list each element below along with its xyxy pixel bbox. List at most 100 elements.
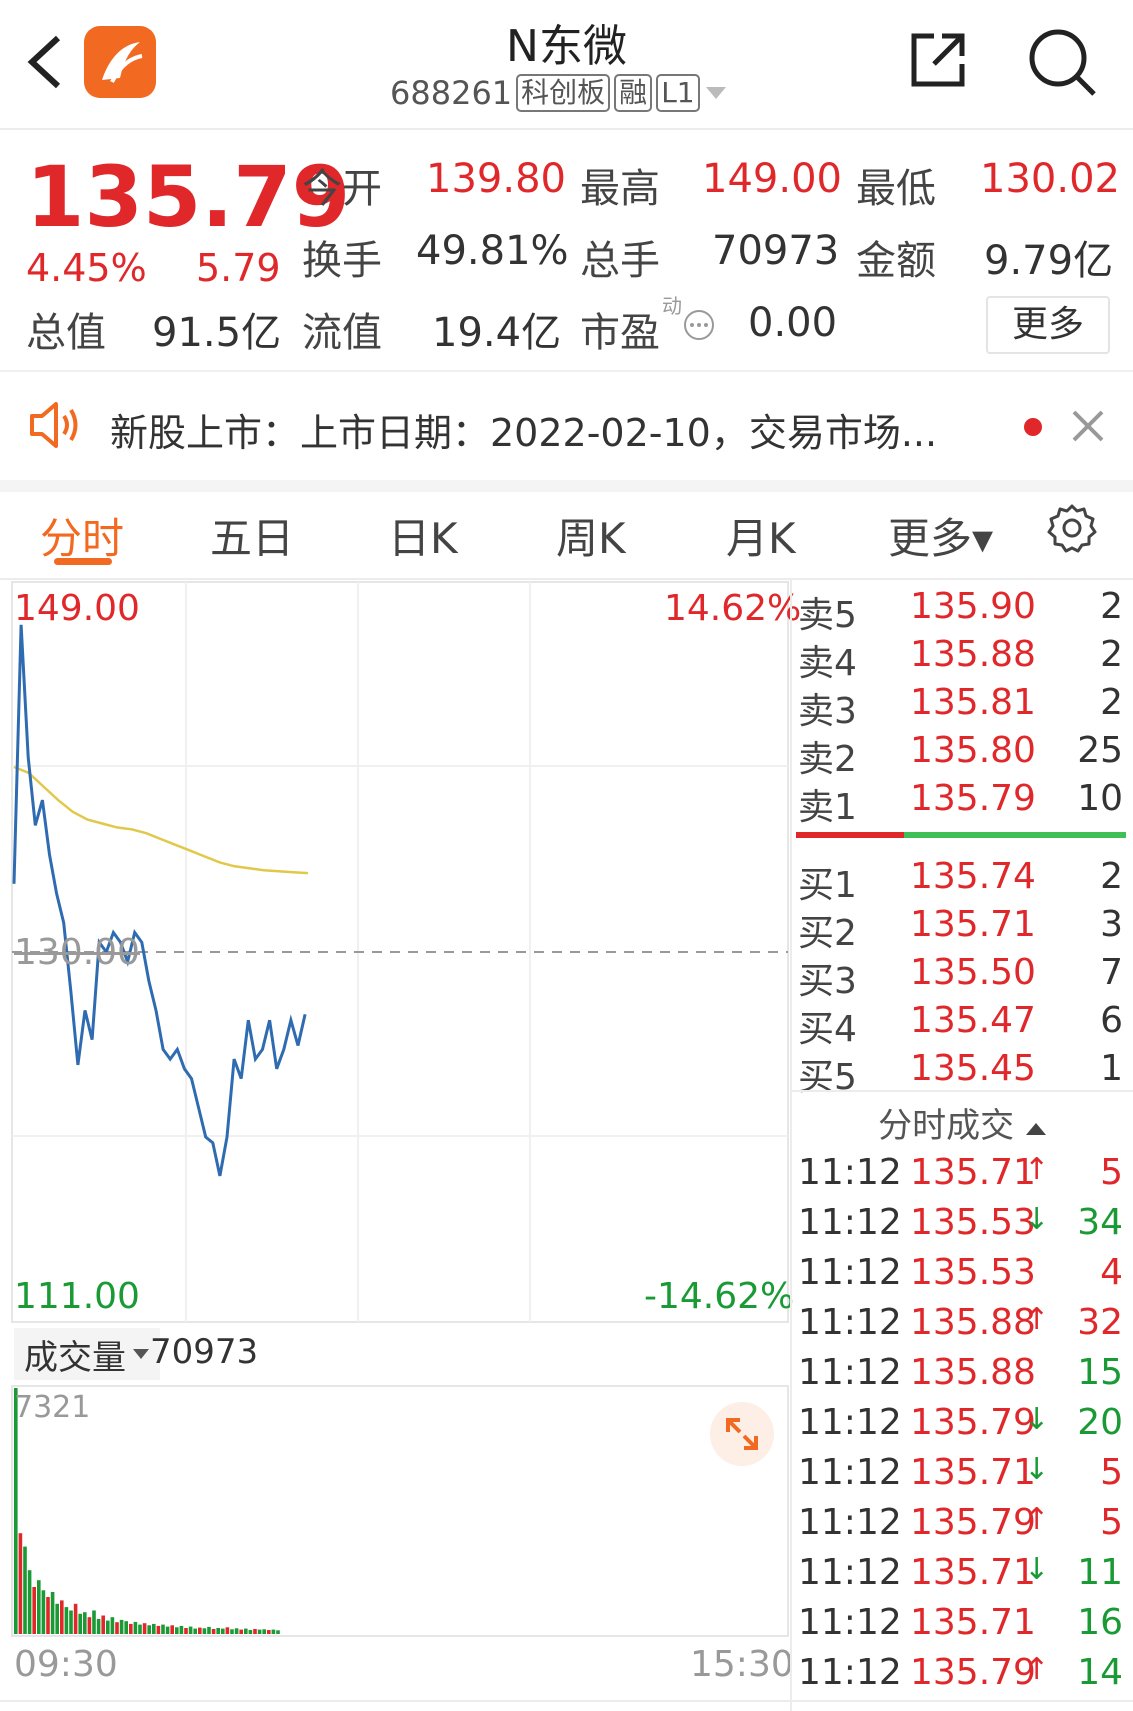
market-cap-value: 91.5亿 (152, 310, 282, 356)
ask4-label: 卖4 (798, 643, 857, 684)
pct-max-label: 14.62% (664, 588, 802, 629)
tick-volume: 5 (1100, 1452, 1123, 1493)
gear-icon (1047, 504, 1097, 553)
notice-text[interactable]: 新股上市：上市日期：2022-02-10，交易市场... (110, 402, 937, 457)
volume-bar (46, 1597, 50, 1634)
volume-bar (106, 1620, 110, 1634)
more-button[interactable]: 更多 (986, 296, 1110, 354)
tick-volume: 14 (1077, 1652, 1123, 1693)
tab-more[interactable]: 更多▾ (888, 505, 993, 566)
volume-bar (18, 1533, 23, 1634)
open-value: 139.80 (426, 156, 566, 202)
volume-bar (271, 1629, 276, 1634)
volume-bar (239, 1629, 243, 1634)
low-label: 最低 (856, 166, 936, 212)
tick-time: 11:12 (798, 1202, 902, 1243)
ask3-price[interactable]: 135.81 (910, 682, 1036, 723)
stock-code: 688261 (390, 74, 513, 112)
pe-label: 市盈 (580, 310, 660, 356)
tick-price: 135.71 (910, 1602, 1036, 1643)
tick-time: 11:12 (798, 1302, 902, 1343)
volume-bar (267, 1630, 271, 1634)
notice-close-button[interactable] (1068, 406, 1108, 446)
top-bar: N东微 688261 科创板 融 L1 (0, 0, 1133, 130)
notice-bar[interactable]: 新股上市：上市日期：2022-02-10，交易市场... (0, 370, 1133, 492)
ask1-price[interactable]: 135.79 (910, 778, 1036, 819)
volume-frame (11, 1385, 789, 1637)
volume-indicator-selector[interactable]: 成交量 (14, 1328, 160, 1380)
volume-bar (262, 1629, 266, 1634)
volume-bar (244, 1628, 248, 1634)
volume-bar (207, 1626, 211, 1634)
bid5-price[interactable]: 135.45 (910, 1048, 1036, 1089)
tick-volume: 5 (1100, 1152, 1123, 1193)
bid2-price[interactable]: 135.71 (910, 904, 1036, 945)
volume-bar (170, 1625, 174, 1634)
bid5-volume: 1 (1100, 1048, 1123, 1089)
intraday-chart[interactable] (0, 580, 790, 1700)
turnover-label: 换手 (302, 238, 382, 284)
volume-bar (230, 1629, 234, 1634)
tick-price: 135.79 (910, 1502, 1036, 1543)
bid1-price[interactable]: 135.74 (910, 856, 1036, 897)
ask4-price[interactable]: 135.88 (910, 634, 1036, 675)
volume-bar (83, 1612, 87, 1634)
tick-volume: 4 (1100, 1252, 1123, 1293)
volume-bar (41, 1590, 46, 1634)
volume-bar (55, 1603, 59, 1634)
fullscreen-button[interactable] (710, 1402, 774, 1466)
ask3-volume: 2 (1100, 682, 1123, 723)
y-mid-label: 130.00 (14, 932, 140, 973)
volume-bar (184, 1628, 188, 1634)
tick-arrow: ↑ (1024, 1152, 1050, 1187)
ticks-header[interactable]: 分时成交 (792, 1098, 1133, 1147)
ask5-price[interactable]: 135.90 (910, 586, 1036, 627)
tick-volume: 11 (1077, 1552, 1123, 1593)
tab-weekly-k[interactable]: 周K (556, 505, 626, 566)
tab-intraday[interactable]: 分时 (40, 505, 124, 566)
bid3-price[interactable]: 135.50 (910, 952, 1036, 993)
volume-bar (78, 1613, 82, 1634)
board-tag: 科创板 (516, 74, 611, 112)
tick-volume: 15 (1077, 1352, 1123, 1393)
close-icon (1072, 410, 1104, 442)
ask1-label: 卖1 (798, 787, 857, 828)
chart-settings-button[interactable] (1046, 502, 1098, 554)
volume-bar (202, 1628, 207, 1634)
volume-bar (119, 1619, 124, 1634)
volume-bar (147, 1625, 151, 1634)
volume-bar (60, 1600, 64, 1634)
level-tag: L1 (656, 74, 700, 112)
volume-bar (211, 1629, 216, 1634)
bid4-price[interactable]: 135.47 (910, 1000, 1036, 1041)
tick-volume: 5 (1100, 1502, 1123, 1543)
tick-arrow: ↑ (1024, 1302, 1050, 1337)
share-button[interactable] (906, 28, 970, 92)
volume-bar (124, 1621, 128, 1634)
volume-bar (175, 1627, 179, 1634)
market-cap-label: 总值 (26, 310, 106, 356)
pe-info-button[interactable] (682, 308, 716, 342)
expand-icon (726, 1418, 758, 1450)
search-icon (1029, 29, 1096, 96)
amount-label: 金额 (856, 238, 936, 284)
volume-bar (87, 1617, 92, 1634)
tick-price: 135.88 (910, 1352, 1036, 1393)
tick-time: 11:12 (798, 1402, 902, 1443)
low-value: 130.02 (980, 156, 1120, 202)
y-min-label: 111.00 (14, 1276, 140, 1317)
volume-bar (248, 1630, 253, 1634)
caret-down-icon[interactable] (704, 81, 728, 105)
search-button[interactable] (1026, 26, 1098, 98)
tab-five-day[interactable]: 五日 (210, 505, 294, 566)
tick-price: 135.53 (910, 1202, 1036, 1243)
tab-monthly-k[interactable]: 月K (726, 505, 796, 566)
ask5-label: 卖5 (798, 595, 857, 636)
tab-daily-k[interactable]: 日K (388, 505, 458, 566)
tick-price: 135.79 (910, 1652, 1036, 1693)
volume-bar (257, 1629, 262, 1634)
tick-time: 11:12 (798, 1552, 902, 1593)
ask2-price[interactable]: 135.80 (910, 730, 1036, 771)
volume-bar (115, 1622, 119, 1634)
ask2-volume: 25 (1077, 730, 1123, 771)
